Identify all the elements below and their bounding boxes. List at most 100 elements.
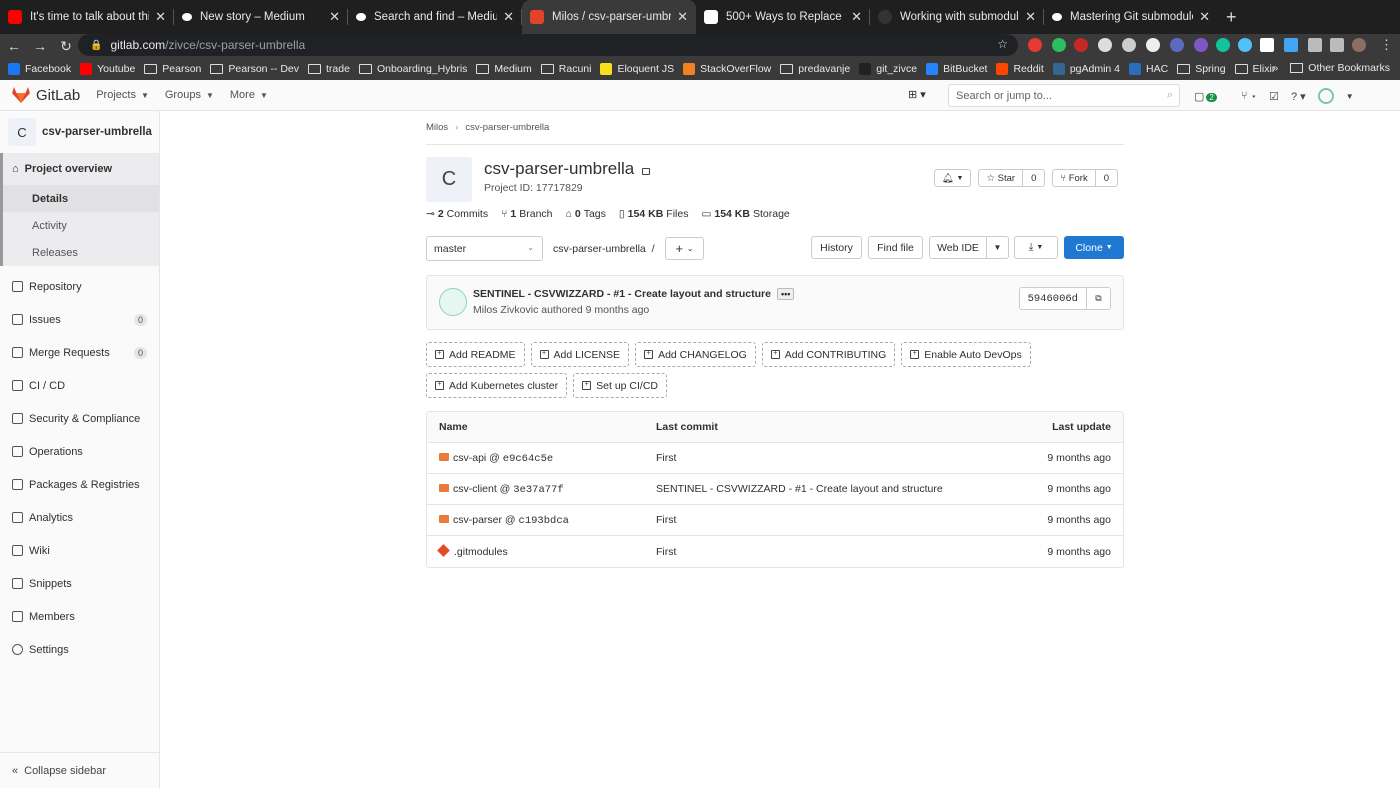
file-name-cell[interactable]: csv-client @ 3e37a77f <box>439 483 564 496</box>
star-button[interactable]: ☆ Star 0 <box>978 169 1046 187</box>
quick-action-button[interactable]: + Add README <box>426 342 525 367</box>
close-icon[interactable]: ✕ <box>503 9 514 25</box>
file-last-commit[interactable]: First <box>656 452 676 464</box>
download-button[interactable]: ⤓ ▼ <box>1014 236 1058 259</box>
sidebar-project-header[interactable]: C csv-parser-umbrella <box>0 111 159 153</box>
browser-tab[interactable]: It's time to talk about this... ✕ <box>0 0 174 34</box>
find-file-button[interactable]: Find file <box>868 236 923 259</box>
browser-tab[interactable]: Search and find – Medium ✕ <box>348 0 522 34</box>
browser-tab[interactable]: Mastering Git submodules. Ha ✕ <box>1044 0 1218 34</box>
nav-projects[interactable]: Projects ▼ <box>96 89 149 101</box>
close-icon[interactable]: ✕ <box>1199 9 1210 25</box>
bookmark-link[interactable]: Facebook <box>8 63 71 75</box>
bookmark-link[interactable]: Youtube <box>80 63 135 75</box>
browser-tab[interactable]: New story – Medium ✕ <box>174 0 348 34</box>
user-avatar[interactable] <box>1317 88 1334 104</box>
close-icon[interactable]: ✕ <box>1025 9 1036 25</box>
web-ide-button[interactable]: Web IDE <box>929 236 987 259</box>
table-row[interactable]: .gitmodules First 9 months ago <box>427 536 1123 567</box>
browser-tab-active[interactable]: Milos / csv-parser-umbrella · G ✕ <box>522 0 696 34</box>
reload-icon[interactable]: ↻ <box>54 38 78 55</box>
browser-menu-icon[interactable]: ⋮ <box>1380 37 1393 53</box>
sidebar-subitem-activity[interactable]: Activity <box>0 212 159 239</box>
close-icon[interactable]: ✕ <box>155 9 166 25</box>
new-tab-icon[interactable]: + <box>1226 7 1237 28</box>
forward-icon[interactable]: → <box>28 38 52 54</box>
file-last-commit[interactable]: SENTINEL - CSVWIZZARD - #1 - Create layo… <box>656 483 943 495</box>
quick-action-button[interactable]: + Add CHANGELOG <box>635 342 756 367</box>
new-item-icon[interactable]: ⊞ ▾ <box>908 88 926 101</box>
more-bookmarks-button[interactable]: » <box>1272 62 1278 74</box>
close-icon[interactable]: ✕ <box>677 9 688 25</box>
branch-selector[interactable]: master ⌄ <box>426 236 543 261</box>
adblock-icon[interactable] <box>1074 38 1088 52</box>
help-icon[interactable]: ? ▾ <box>1291 90 1306 103</box>
bookmark-link[interactable]: pgAdmin 4 <box>1052 63 1120 75</box>
todo-icon[interactable]: ☑ <box>1269 90 1279 103</box>
sidebar-item-packages[interactable]: Packages & Registries <box>0 468 159 501</box>
quick-action-button[interactable]: + Add CONTRIBUTING <box>761 342 896 367</box>
bookmark-link[interactable]: Medium <box>476 63 532 75</box>
extension-icon[interactable] <box>1122 38 1136 52</box>
other-bookmarks-link[interactable]: Other Bookmarks <box>1308 62 1390 74</box>
sidebar-subitem-details[interactable]: Details <box>0 185 159 212</box>
sidebar-item-issues[interactable]: Issues 0 <box>0 303 159 336</box>
sidebar-item-members[interactable]: Members <box>0 600 159 633</box>
fork-button[interactable]: ⑂ Fork 0 <box>1052 169 1118 187</box>
sidebar-item-merge-requests[interactable]: Merge Requests 0 <box>0 336 159 369</box>
sidebar-item-project-overview[interactable]: ⌂ Project overview <box>0 153 159 185</box>
bookmark-link[interactable]: Eloquent JS <box>600 63 674 75</box>
url-input[interactable]: 🔒 gitlab.com/zivce/csv-parser-umbrella ☆ <box>78 34 1018 56</box>
grammarly-icon[interactable] <box>1216 38 1230 52</box>
bookmark-link[interactable]: Spring <box>1177 63 1226 75</box>
fork-count[interactable]: 0 <box>1094 170 1117 186</box>
media-icon[interactable] <box>1330 38 1344 52</box>
bookmark-link[interactable]: trade <box>308 63 350 75</box>
nav-more[interactable]: More ▼ <box>230 89 268 101</box>
bookmark-link[interactable]: predavanje <box>780 63 850 75</box>
issues-todo-icon[interactable]: ▢ 2 <box>1194 90 1229 103</box>
sidebar-item-operations[interactable]: Operations <box>0 435 159 468</box>
extension-icon[interactable] <box>1028 38 1042 52</box>
extension-icon[interactable] <box>1194 38 1208 52</box>
commit-sha[interactable]: 5946006d <box>1020 288 1086 309</box>
avatar[interactable] <box>1352 38 1366 52</box>
quick-action-button[interactable]: + Add LICENSE <box>530 342 630 367</box>
author-avatar[interactable] <box>439 288 467 316</box>
file-name-cell[interactable]: .gitmodules <box>437 543 508 558</box>
browser-tab[interactable]: Working with submodules - Th ✕ <box>870 0 1044 34</box>
extension-icon[interactable] <box>1052 38 1066 52</box>
quick-action-button[interactable]: + Set up CI/CD <box>573 373 668 398</box>
quick-action-button[interactable]: + Enable Auto DevOps <box>901 342 1031 367</box>
expand-commit-button[interactable]: ••• <box>776 288 795 300</box>
gitlab-logo[interactable]: GitLab <box>12 87 80 104</box>
breadcrumb-owner-link[interactable]: Milos <box>426 122 448 133</box>
extension-icon[interactable] <box>1284 38 1298 52</box>
extension-icon[interactable] <box>1238 38 1252 52</box>
sidebar-item-analytics[interactable]: Analytics <box>0 501 159 534</box>
nav-groups[interactable]: Groups ▼ <box>165 89 214 101</box>
extension-icon[interactable] <box>1146 38 1160 52</box>
bookmark-link[interactable]: Onboarding_Hybris <box>358 63 467 75</box>
commit-title-link[interactable]: SENTINEL - CSVWIZZARD - #1 - Create layo… <box>473 288 771 300</box>
bookmark-link[interactable]: Elixir <box>1234 63 1275 75</box>
sidebar-item-ci-cd[interactable]: CI / CD <box>0 369 159 402</box>
sidebar-item-settings[interactable]: Settings <box>0 633 159 666</box>
sidebar-subitem-releases[interactable]: Releases <box>0 239 159 266</box>
sidebar-item-snippets[interactable]: Snippets <box>0 567 159 600</box>
star-count[interactable]: 0 <box>1022 170 1044 186</box>
repo-path-link[interactable]: csv-parser-umbrella <box>553 243 646 255</box>
copy-icon[interactable]: ⧉ <box>1086 288 1110 309</box>
bookmark-star-icon[interactable]: ☆ <box>997 37 1008 51</box>
close-icon[interactable]: ✕ <box>851 9 862 25</box>
clone-button[interactable]: Clone ▼ <box>1064 236 1124 259</box>
extension-icon[interactable] <box>1098 38 1112 52</box>
chevron-down-icon[interactable]: ▼ <box>1346 92 1354 101</box>
history-button[interactable]: History <box>811 236 862 259</box>
browser-tab[interactable]: 500+ Ways to Replace the Ver ✕ <box>696 0 870 34</box>
file-name-cell[interactable]: csv-api @ e9c64c5e <box>439 452 553 465</box>
sidebar-item-security[interactable]: Security & Compliance <box>0 402 159 435</box>
quick-action-button[interactable]: + Add Kubernetes cluster <box>426 373 568 398</box>
back-icon[interactable]: ← <box>2 38 26 54</box>
bookmark-link[interactable]: StackOverFlow <box>683 63 771 75</box>
